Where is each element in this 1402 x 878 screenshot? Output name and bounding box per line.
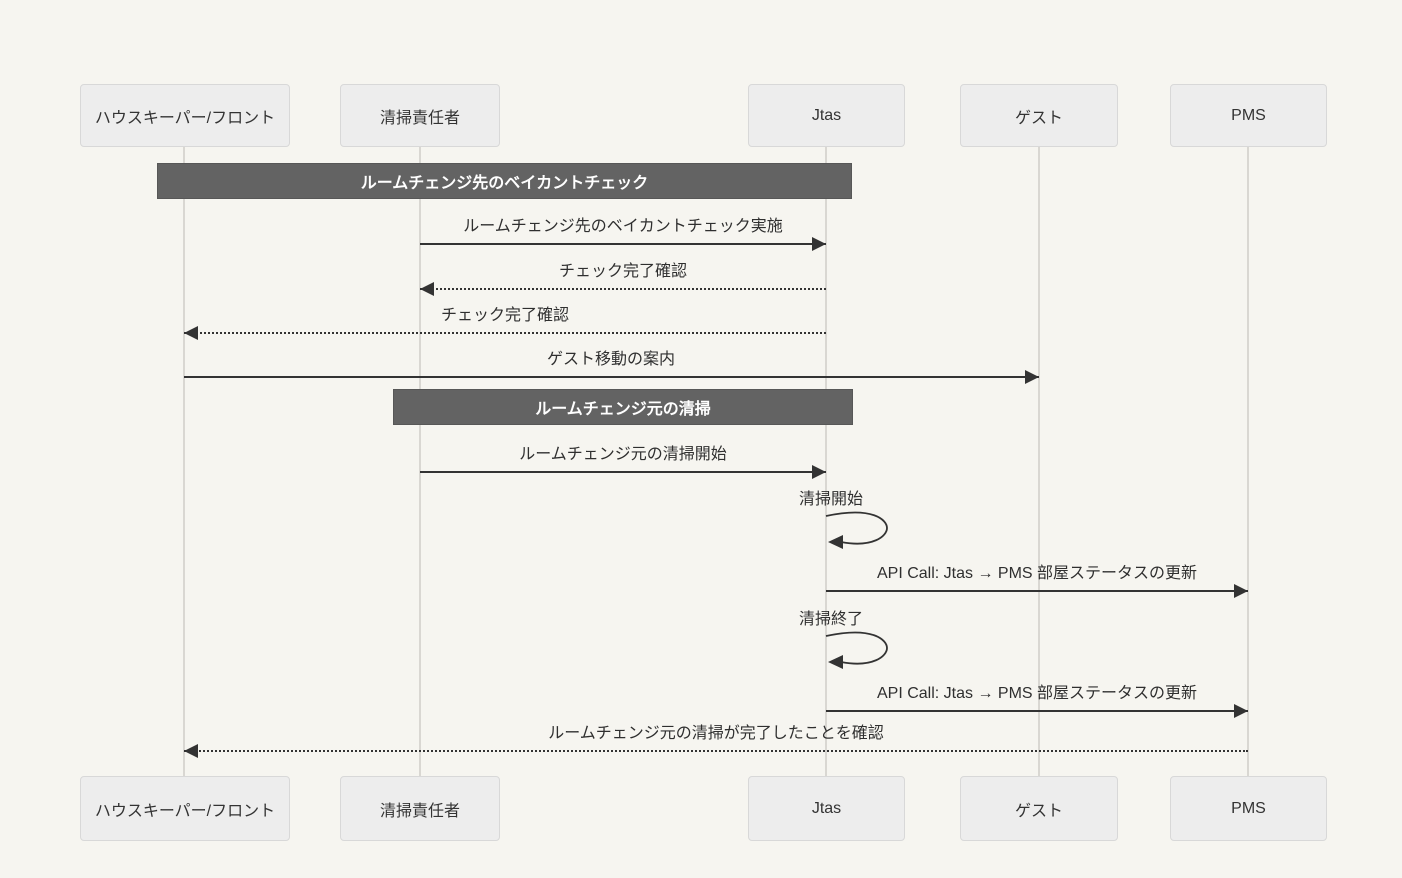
actor-top-guest: ゲスト bbox=[960, 84, 1118, 147]
actor-label: ハウスキーパー/フロント bbox=[94, 109, 276, 127]
selfloop-arrow-icon bbox=[825, 631, 888, 669]
arrowhead-left-icon bbox=[184, 326, 198, 340]
message-label: ゲスト移動の案内 bbox=[546, 351, 676, 368]
message-label: チェック完了確認 bbox=[440, 307, 570, 324]
selfloop-arrow-icon bbox=[825, 511, 888, 549]
actor-label: 清掃責任者 bbox=[379, 802, 460, 820]
message-label: ルームチェンジ元の清掃開始 bbox=[519, 446, 727, 463]
message-arrow-line bbox=[420, 243, 826, 245]
message-label: ルームチェンジ先のベイカントチェック実施 bbox=[463, 218, 783, 235]
message-arrow-line bbox=[420, 471, 826, 473]
actor-bottom-housekeeper-front: ハウスキーパー/フロント bbox=[80, 776, 290, 841]
note-label: ルームチェンジ元の清掃 bbox=[535, 401, 711, 418]
lifeline-guest bbox=[1038, 147, 1040, 776]
sequence-diagram: ハウスキーパー/フロント 清掃責任者 Jtas ゲスト PMS ルームチェンジ先… bbox=[0, 0, 1402, 878]
actor-bottom-cleaning-manager: 清掃責任者 bbox=[340, 776, 500, 841]
note-origin-cleaning: ルームチェンジ元の清掃 bbox=[393, 389, 853, 425]
message-arrow-line bbox=[184, 750, 1248, 752]
arrowhead-left-icon bbox=[184, 744, 198, 758]
selfloop-label: 清掃開始 bbox=[798, 491, 864, 508]
actor-label: ハウスキーパー/フロント bbox=[94, 802, 276, 820]
actor-label: Jtas bbox=[811, 799, 842, 817]
selfloop-label: 清掃終了 bbox=[798, 611, 864, 628]
arrowhead-right-icon bbox=[1234, 584, 1248, 598]
arrowhead-right-icon bbox=[1025, 370, 1039, 384]
actor-bottom-pms: PMS bbox=[1170, 776, 1327, 841]
message-arrow-line bbox=[184, 332, 826, 334]
message-label: API Call: Jtas → PMS 部屋ステータスの更新 bbox=[876, 565, 1198, 582]
actor-top-pms: PMS bbox=[1170, 84, 1327, 147]
lifeline-cleaning-manager bbox=[419, 147, 421, 776]
message-label: API Call: Jtas → PMS 部屋ステータスの更新 bbox=[876, 685, 1198, 702]
message-label: ルームチェンジ元の清掃が完了したことを確認 bbox=[548, 725, 884, 742]
note-label: ルームチェンジ先のベイカントチェック bbox=[360, 175, 649, 192]
actor-top-jtas: Jtas bbox=[748, 84, 905, 147]
actor-bottom-jtas: Jtas bbox=[748, 776, 905, 841]
actor-label: PMS bbox=[1231, 106, 1266, 124]
actor-label: Jtas bbox=[811, 106, 842, 124]
actor-label: ゲスト bbox=[1014, 109, 1063, 127]
message-arrow-line bbox=[184, 376, 1039, 378]
arrowhead-right-icon bbox=[812, 237, 826, 251]
message-arrow-line bbox=[420, 288, 826, 290]
message-label: チェック完了確認 bbox=[558, 263, 688, 280]
message-arrow-line bbox=[826, 590, 1248, 592]
arrowhead-right-icon bbox=[812, 465, 826, 479]
actor-label: ゲスト bbox=[1014, 802, 1063, 820]
lifeline-housekeeper-front bbox=[183, 147, 185, 776]
actor-label: 清掃責任者 bbox=[379, 109, 460, 127]
note-vacant-check: ルームチェンジ先のベイカントチェック bbox=[157, 163, 852, 199]
actor-label: PMS bbox=[1231, 799, 1266, 817]
actor-top-cleaning-manager: 清掃責任者 bbox=[340, 84, 500, 147]
actor-top-housekeeper-front: ハウスキーパー/フロント bbox=[80, 84, 290, 147]
arrowhead-right-icon bbox=[1234, 704, 1248, 718]
message-arrow-line bbox=[826, 710, 1248, 712]
actor-bottom-guest: ゲスト bbox=[960, 776, 1118, 841]
lifeline-pms bbox=[1247, 147, 1249, 776]
arrowhead-left-icon bbox=[420, 282, 434, 296]
